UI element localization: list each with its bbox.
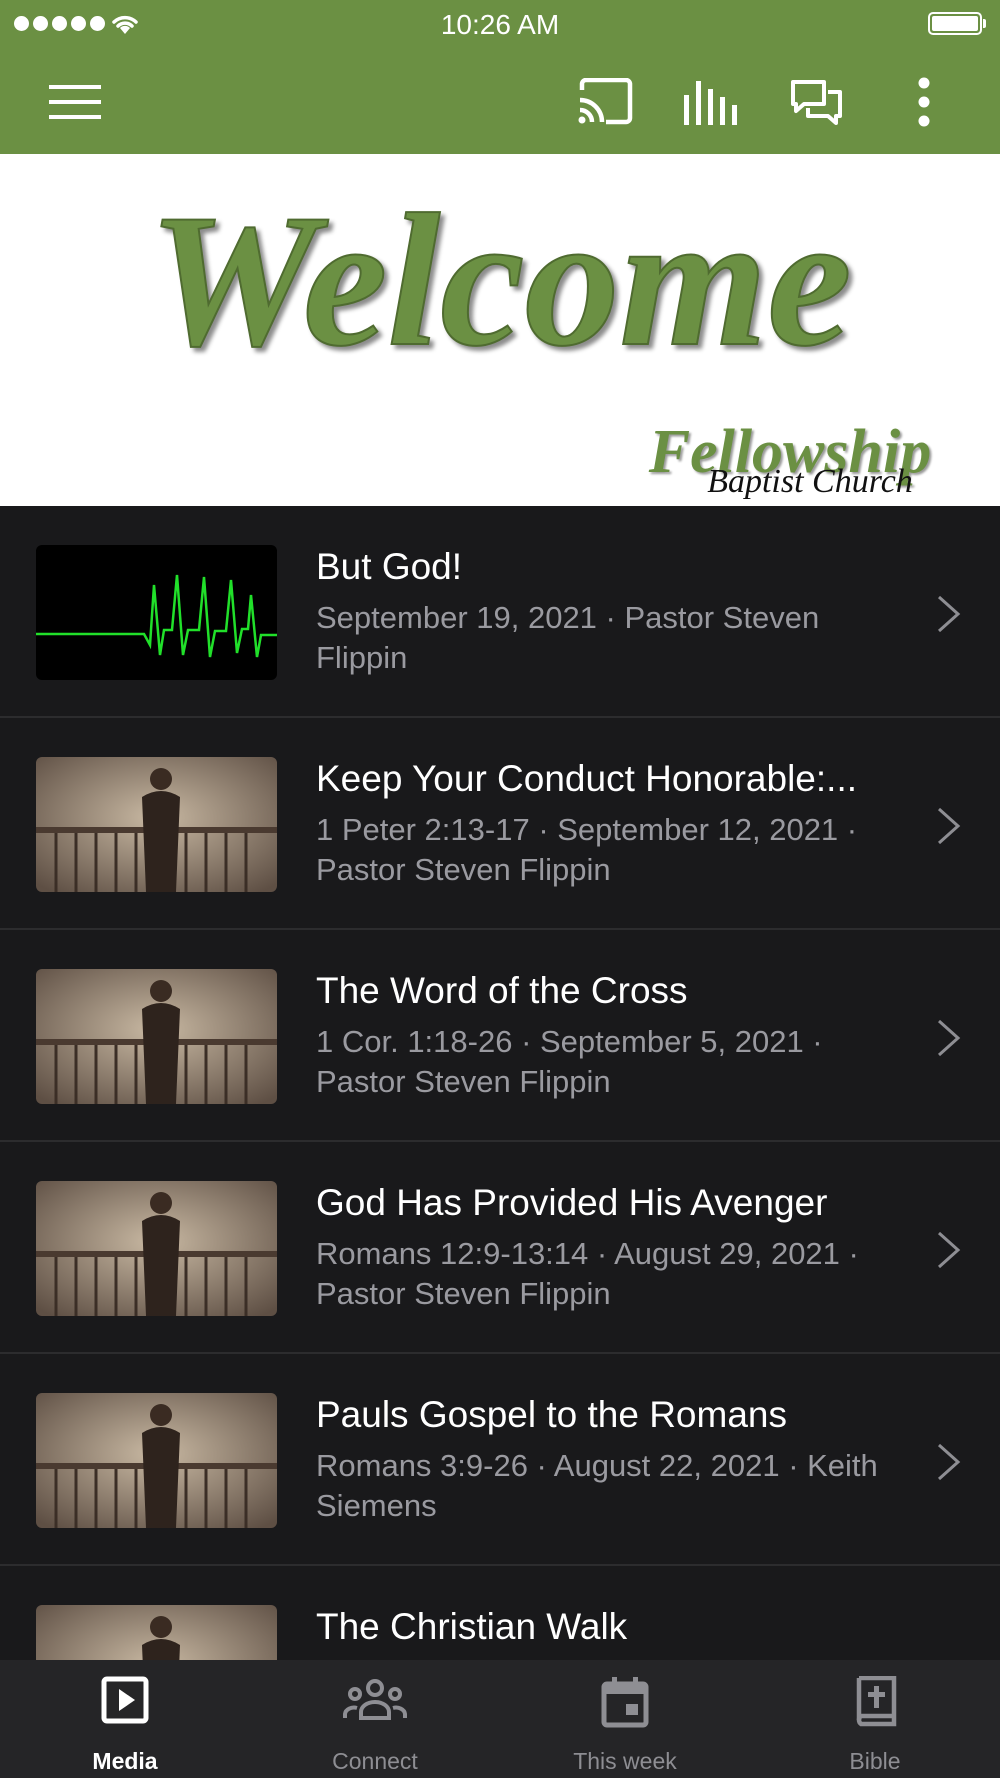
- media-item-subtitle: Romans 12:9-13:14 · August 29, 2021 · Pa…: [316, 1236, 859, 1311]
- chevron-right-icon: [937, 807, 961, 845]
- preacher-thumbnail: [36, 1393, 277, 1528]
- media-item-title: Pauls Gospel to the Romans: [316, 1394, 787, 1435]
- tab-label: This week: [573, 1748, 677, 1774]
- preacher-thumbnail: [36, 969, 277, 1104]
- preacher-thumbnail: [36, 1181, 277, 1316]
- more-vert-icon[interactable]: [894, 72, 954, 132]
- preacher-thumbnail: [36, 757, 277, 892]
- church-name-line2: Baptist Church: [707, 463, 913, 500]
- tab-label: Media: [92, 1748, 158, 1774]
- media-list-item[interactable]: The Word of the Cross 1 Cor. 1:18-26 · S…: [0, 930, 1000, 1142]
- media-list-item[interactable]: The Christian Walk: [0, 1566, 1000, 1660]
- media-item-subtitle: 1 Cor. 1:18-26 · September 5, 2021 · Pas…: [316, 1024, 823, 1099]
- welcome-text: Welcome: [148, 176, 851, 386]
- media-item-title: The Christian Walk: [316, 1606, 628, 1647]
- media-list-item[interactable]: God Has Provided His Avenger Romans 12:9…: [0, 1142, 1000, 1354]
- tab-bible[interactable]: Bible: [750, 1660, 1000, 1778]
- cast-icon[interactable]: [575, 72, 635, 132]
- media-item-subtitle: Romans 3:9-26 · August 22, 2021 · Keith …: [316, 1448, 878, 1523]
- media-list-item[interactable]: Keep Your Conduct Honorable:... 1 Peter …: [0, 718, 1000, 930]
- tab-this-week[interactable]: This week: [500, 1660, 750, 1778]
- play-box-icon: [101, 1676, 149, 1724]
- equalizer-icon[interactable]: [681, 72, 741, 132]
- group-icon: [343, 1679, 407, 1720]
- media-list: But God! September 19, 2021 · Pastor Ste…: [0, 506, 1000, 1660]
- heartbeat-thumbnail: [36, 545, 277, 680]
- battery-icon: [928, 12, 982, 35]
- status-time: 10:26 AM: [440, 9, 560, 40]
- media-item-title: But God!: [316, 546, 463, 587]
- chevron-right-icon: [937, 1019, 961, 1057]
- chat-icon[interactable]: [787, 72, 847, 132]
- media-list-item[interactable]: But God! September 19, 2021 · Pastor Ste…: [0, 506, 1000, 718]
- battery-tip: [983, 19, 986, 28]
- media-item-title: Keep Your Conduct Honorable:...: [316, 758, 857, 799]
- tab-connect[interactable]: Connect: [250, 1660, 500, 1778]
- menu-icon[interactable]: [45, 72, 105, 132]
- tab-label: Bible: [849, 1748, 901, 1774]
- preacher-thumbnail: [36, 1605, 277, 1660]
- chevron-right-icon: [937, 595, 961, 633]
- media-list-item[interactable]: Pauls Gospel to the Romans Romans 3:9-26…: [0, 1354, 1000, 1566]
- app-bar: [0, 50, 1000, 154]
- welcome-banner: Welcome Fellowship Baptist Church: [0, 154, 1000, 506]
- media-item-subtitle: September 19, 2021 · Pastor Steven Flipp…: [316, 600, 820, 675]
- media-item-title: God Has Provided His Avenger: [316, 1182, 828, 1223]
- tab-bar: Media Connect This week Bible: [0, 1660, 1000, 1778]
- chevron-right-icon: [937, 1443, 961, 1481]
- tab-label: Connect: [332, 1748, 418, 1774]
- calendar-icon: [601, 1677, 649, 1728]
- media-item-title: The Word of the Cross: [316, 970, 688, 1011]
- tab-media[interactable]: Media: [0, 1660, 250, 1778]
- chevron-right-icon: [937, 1231, 961, 1269]
- status-bar: 10:26 AM: [0, 0, 1000, 50]
- bible-icon: [856, 1676, 897, 1727]
- media-item-subtitle: 1 Peter 2:13-17 · September 12, 2021 · P…: [316, 812, 858, 887]
